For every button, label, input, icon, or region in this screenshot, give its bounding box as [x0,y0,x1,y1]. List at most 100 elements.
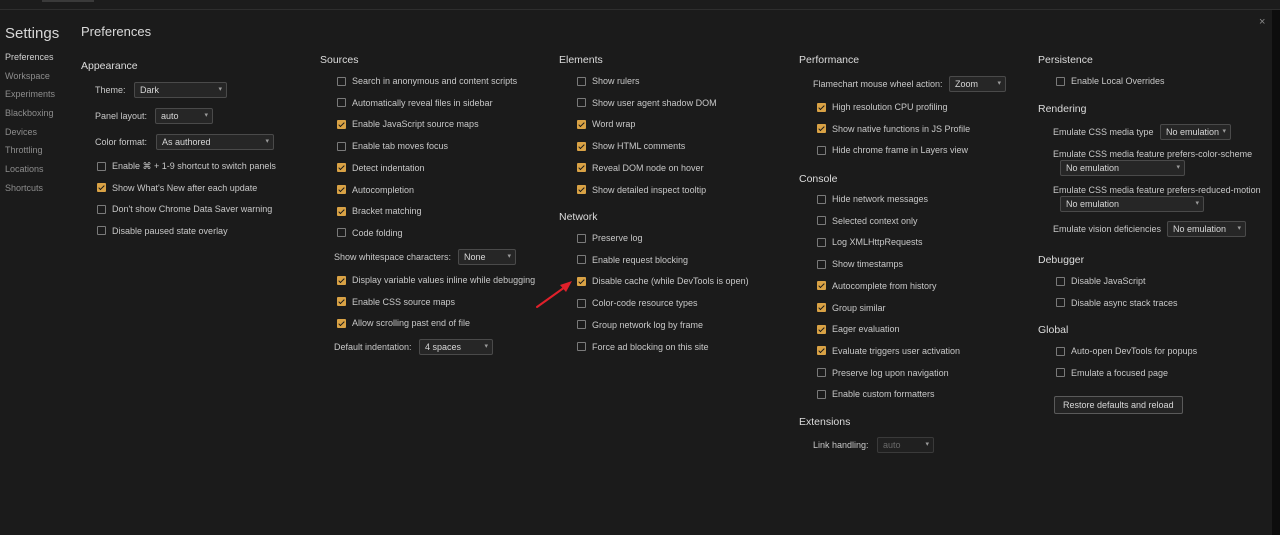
restore-defaults-button[interactable]: Restore defaults and reload [1054,396,1183,414]
elements-option-row[interactable]: Show rulers [577,73,640,89]
checkbox-checked-icon[interactable] [577,276,586,286]
sidebar-item-blackboxing[interactable]: Blackboxing [5,104,55,123]
theme-select[interactable]: Dark ▾ [134,82,227,98]
network-option-row[interactable]: Color-code resource types [577,295,698,311]
checkbox-unchecked-icon[interactable] [337,141,346,151]
checkbox-unchecked-icon[interactable] [817,145,826,155]
console-option-row[interactable]: Selected context only [817,213,918,229]
sidebar-item-experiments[interactable]: Experiments [5,85,55,104]
checkbox-unchecked-icon[interactable] [577,255,586,265]
network-option-row[interactable]: Preserve log [577,230,643,246]
sources-option-row[interactable]: Search in anonymous and content scripts [337,73,517,89]
checkbox-unchecked-icon[interactable] [97,161,106,171]
checkbox-unchecked-icon[interactable] [1056,276,1065,286]
global-option-row[interactable]: Emulate a focused page [1056,365,1168,381]
sources-option-row[interactable]: Enable tab moves focus [337,138,448,154]
console-option-row[interactable]: Autocomplete from history [817,278,937,294]
sources-option-row[interactable]: Display variable values inline while deb… [337,272,535,288]
sources-option-row[interactable]: Detect indentation [337,160,425,176]
appearance-option-row[interactable]: Disable paused state overlay [97,223,228,239]
sources-option-row[interactable]: Bracket matching [337,203,422,219]
checkbox-checked-icon[interactable] [817,102,826,112]
checkbox-checked-icon[interactable] [577,141,586,151]
checkbox-unchecked-icon[interactable] [577,298,586,308]
checkbox-unchecked-icon[interactable] [337,98,346,108]
sidebar-item-locations[interactable]: Locations [5,160,55,179]
checkbox-checked-icon[interactable] [577,119,586,129]
checkbox-unchecked-icon[interactable] [577,320,586,330]
elements-option-row[interactable]: Word wrap [577,116,635,132]
panel-layout-select[interactable]: auto ▾ [155,108,213,124]
sources-option-row[interactable]: Enable JavaScript source maps [337,116,479,132]
checkbox-checked-icon[interactable] [337,119,346,129]
performance-option-row[interactable]: High resolution CPU profiling [817,99,948,115]
console-option-row[interactable]: Hide network messages [817,191,928,207]
checkbox-checked-icon[interactable] [817,281,826,291]
sources-option-row[interactable]: Automatically reveal files in sidebar [337,95,493,111]
persistence-option-row[interactable]: Enable Local Overrides [1056,73,1165,89]
checkbox-unchecked-icon[interactable] [577,98,586,108]
checkbox-unchecked-icon[interactable] [817,389,826,399]
checkbox-unchecked-icon[interactable] [97,226,106,235]
checkbox-unchecked-icon[interactable] [817,216,826,226]
console-option-row[interactable]: Log XMLHttpRequests [817,234,923,250]
checkbox-unchecked-icon[interactable] [817,368,826,378]
checkbox-checked-icon[interactable] [817,303,826,312]
appearance-option-row[interactable]: Don't show Chrome Data Saver warning [97,201,272,217]
console-option-row[interactable]: Enable custom formatters [817,386,935,402]
debugger-option-row[interactable]: Disable JavaScript [1056,273,1146,289]
elements-option-row[interactable]: Show detailed inspect tooltip [577,182,706,198]
console-option-row[interactable]: Evaluate triggers user activation [817,343,960,359]
color-scheme-select[interactable]: No emulation ▾ [1060,160,1185,176]
checkbox-unchecked-icon[interactable] [817,194,826,204]
console-option-row[interactable]: Group similar [817,300,886,316]
sources-option-row[interactable]: Allow scrolling past end of file [337,315,470,331]
checkbox-unchecked-icon[interactable] [1056,368,1065,378]
checkbox-checked-icon[interactable] [97,183,106,192]
elements-option-row[interactable]: Show HTML comments [577,138,685,154]
link-handling-select[interactable]: auto ▾ [877,437,934,453]
whitespace-select[interactable]: None ▾ [458,249,516,265]
checkbox-checked-icon[interactable] [337,297,346,307]
checkbox-checked-icon[interactable] [577,163,586,173]
elements-option-row[interactable]: Show user agent shadow DOM [577,95,717,111]
media-type-select[interactable]: No emulation ▾ [1160,124,1231,140]
reduced-motion-select[interactable]: No emulation ▾ [1060,196,1204,212]
network-option-row[interactable]: Disable cache (while DevTools is open) [577,273,749,289]
sidebar-item-preferences[interactable]: Preferences [5,48,55,67]
console-option-row[interactable]: Preserve log upon navigation [817,365,949,381]
checkbox-unchecked-icon[interactable] [337,76,346,86]
checkbox-checked-icon[interactable] [817,324,826,334]
checkbox-checked-icon[interactable] [577,185,586,194]
checkbox-unchecked-icon[interactable] [577,76,586,86]
flamechart-wheel-select[interactable]: Zoom ▾ [949,76,1006,92]
appearance-option-row[interactable]: Show What's New after each update [97,180,257,196]
sidebar-item-workspace[interactable]: Workspace [5,67,55,86]
elements-option-row[interactable]: Reveal DOM node on hover [577,160,704,176]
checkbox-unchecked-icon[interactable] [817,259,826,269]
sources-option-row[interactable]: Code folding [337,225,403,241]
checkbox-checked-icon[interactable] [337,185,346,194]
checkbox-unchecked-icon[interactable] [1056,298,1065,308]
sources-option-row[interactable]: Autocompletion [337,182,414,198]
checkbox-checked-icon[interactable] [337,318,346,328]
checkbox-checked-icon[interactable] [337,275,346,285]
indentation-select[interactable]: 4 spaces ▾ [419,339,493,355]
performance-option-row[interactable]: Hide chrome frame in Layers view [817,142,968,158]
checkbox-unchecked-icon[interactable] [1056,346,1065,356]
checkbox-checked-icon[interactable] [337,163,346,173]
sidebar-item-devices[interactable]: Devices [5,123,55,142]
checkbox-checked-icon[interactable] [817,124,826,134]
checkbox-checked-icon[interactable] [337,206,346,216]
close-icon[interactable]: × [1259,16,1265,28]
network-option-row[interactable]: Force ad blocking on this site [577,339,709,355]
console-option-row[interactable]: Show timestamps [817,256,903,272]
checkbox-unchecked-icon[interactable] [1056,76,1065,86]
checkbox-unchecked-icon[interactable] [577,342,586,351]
checkbox-unchecked-icon[interactable] [337,228,346,238]
console-option-row[interactable]: Eager evaluation [817,321,900,337]
global-option-row[interactable]: Auto-open DevTools for popups [1056,343,1197,359]
sidebar-item-shortcuts[interactable]: Shortcuts [5,179,55,198]
checkbox-unchecked-icon[interactable] [817,237,826,247]
network-option-row[interactable]: Group network log by frame [577,317,703,333]
